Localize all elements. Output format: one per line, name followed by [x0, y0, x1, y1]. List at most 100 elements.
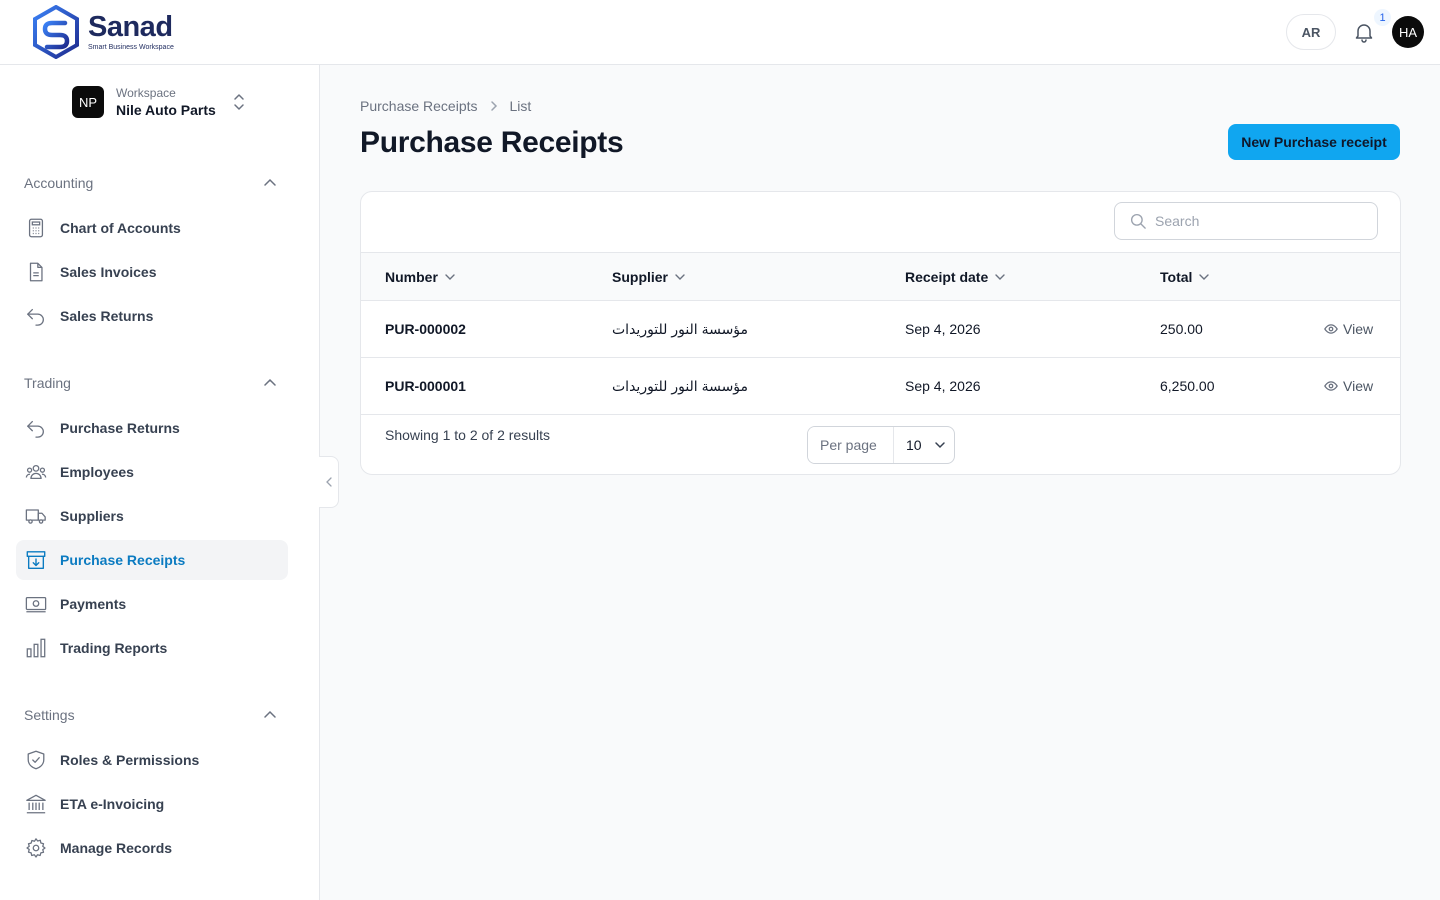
users-icon [24, 460, 48, 484]
cell-total: 6,250.00 [1160, 378, 1215, 394]
view-label: View [1343, 378, 1374, 394]
bar-chart-icon [24, 636, 48, 660]
chevron-up-icon[interactable] [262, 377, 278, 389]
return-arrow-icon [24, 304, 48, 328]
chevron-down-icon [1198, 273, 1210, 281]
sidebar-item-label: Purchase Receipts [60, 552, 186, 568]
document-icon [24, 260, 48, 284]
workspace-avatar: NP [72, 86, 104, 118]
search-input[interactable] [1155, 213, 1355, 229]
calculator-icon [24, 216, 48, 240]
column-header-receipt-date[interactable]: Receipt date [905, 253, 1006, 300]
cell-number: PUR-000002 [385, 321, 466, 337]
sidebar: NP Workspace Nile Auto Parts Accounting … [0, 65, 320, 900]
eye-icon [1324, 324, 1338, 334]
cell-supplier: مؤسسة النور للتوريدات [612, 377, 749, 394]
sidebar-item-label: Roles & Permissions [60, 752, 200, 768]
chevron-up-down-icon [234, 94, 244, 110]
breadcrumb-item-list: List [509, 98, 532, 114]
chevron-right-icon [490, 100, 498, 112]
column-header-total[interactable]: Total [1160, 253, 1210, 300]
sidebar-item-payments[interactable]: Payments [16, 584, 288, 624]
sidebar-item-trading-reports[interactable]: Trading Reports [16, 628, 288, 668]
sidebar-item-label: Chart of Accounts [60, 220, 181, 236]
sidebar-item-employees[interactable]: Employees [16, 452, 288, 492]
cell-number: PUR-000001 [385, 378, 466, 394]
column-header-label: Total [1160, 268, 1193, 285]
sidebar-item-manage-records[interactable]: Manage Records [16, 828, 288, 868]
brand-tagline: Smart Business Workspace [88, 44, 174, 51]
per-page-select[interactable]: Per page 10 [807, 426, 955, 464]
brand-name: Sanad [88, 11, 173, 43]
sidebar-item-label: Payments [60, 596, 127, 612]
table-row[interactable]: PUR-000001 مؤسسة النور للتوريدات Sep 4, … [361, 358, 1400, 415]
search-box[interactable] [1114, 202, 1378, 240]
sidebar-item-label: Manage Records [60, 840, 173, 856]
chevron-down-icon [674, 273, 686, 281]
sidebar-item-label: ETA e-Invoicing [60, 796, 165, 812]
new-purchase-receipt-button[interactable]: New Purchase receipt [1228, 124, 1400, 160]
cell-receipt-date: Sep 4, 2026 [905, 321, 981, 337]
shield-check-icon [24, 748, 48, 772]
view-button[interactable]: View [1324, 301, 1373, 357]
sidebar-collapse-button[interactable] [319, 456, 339, 508]
sidebar-item-label: Suppliers [60, 508, 124, 524]
sidebar-item-sales-returns[interactable]: Sales Returns [16, 296, 288, 336]
cell-receipt-date: Sep 4, 2026 [905, 378, 981, 394]
section-title-settings: Settings [24, 707, 75, 723]
archive-down-icon [24, 548, 48, 572]
workspace-switcher[interactable]: NP Workspace Nile Auto Parts [72, 85, 252, 119]
sidebar-item-purchase-receipts[interactable]: Purchase Receipts [16, 540, 288, 580]
notification-badge: 1 [1374, 9, 1391, 26]
column-header-supplier[interactable]: Supplier [612, 253, 686, 300]
breadcrumb-item-purchase-receipts[interactable]: Purchase Receipts [360, 98, 478, 114]
language-toggle-button[interactable]: AR [1286, 14, 1336, 50]
user-avatar[interactable]: HA [1392, 16, 1424, 48]
sidebar-item-roles-permissions[interactable]: Roles & Permissions [16, 740, 288, 780]
table-row[interactable]: PUR-000002 مؤسسة النور للتوريدات Sep 4, … [361, 301, 1400, 358]
section-title-accounting: Accounting [24, 175, 94, 191]
workspace-label: Workspace [116, 85, 176, 100]
chevron-down-icon [994, 273, 1006, 281]
top-bar: Sanad Smart Business Workspace AR 1 HA [0, 0, 1440, 65]
sidebar-item-sales-invoices[interactable]: Sales Invoices [16, 252, 288, 292]
column-header-label: Number [385, 268, 438, 285]
chevron-down-icon [934, 441, 946, 449]
column-header-number[interactable]: Number [385, 253, 456, 300]
gear-icon [24, 836, 48, 860]
sidebar-item-label: Sales Returns [60, 308, 154, 324]
table-header: Number Supplier Receipt date Total [361, 252, 1400, 301]
view-label: View [1343, 321, 1374, 337]
breadcrumb: Purchase Receipts List [360, 96, 531, 116]
sidebar-item-eta-e-invoicing[interactable]: ETA e-Invoicing [16, 784, 288, 824]
workspace-name: Nile Auto Parts [116, 101, 216, 118]
per-page-dropdown[interactable]: 10 [894, 427, 954, 463]
logo-mark-icon [33, 5, 79, 59]
purchase-receipts-table-card: Number Supplier Receipt date Total PUR-0… [360, 191, 1401, 475]
bank-building-icon [24, 792, 48, 816]
bell-icon[interactable] [1352, 20, 1376, 44]
page-title: Purchase Receipts [360, 126, 624, 159]
sidebar-item-label: Purchase Returns [60, 420, 180, 436]
cell-supplier: مؤسسة النور للتوريدات [612, 320, 749, 337]
banknote-icon [24, 592, 48, 616]
sidebar-item-label: Trading Reports [60, 640, 168, 656]
sidebar-item-suppliers[interactable]: Suppliers [16, 496, 288, 536]
sidebar-item-label: Employees [60, 464, 134, 480]
column-header-label: Supplier [612, 268, 669, 285]
search-icon [1130, 213, 1146, 229]
chevron-up-icon[interactable] [262, 177, 278, 189]
cell-total: 250.00 [1160, 321, 1203, 337]
chevron-left-icon [325, 477, 332, 487]
view-button[interactable]: View [1324, 358, 1373, 414]
sidebar-item-label: Sales Invoices [60, 264, 157, 280]
sidebar-item-purchase-returns[interactable]: Purchase Returns [16, 408, 288, 448]
chevron-up-icon[interactable] [262, 709, 278, 721]
brand-logo[interactable]: Sanad Smart Business Workspace [32, 5, 174, 59]
truck-icon [24, 504, 48, 528]
eye-icon [1324, 381, 1338, 391]
return-arrow-icon [24, 416, 48, 440]
sidebar-item-chart-of-accounts[interactable]: Chart of Accounts [16, 208, 288, 248]
column-header-label: Receipt date [905, 268, 989, 285]
per-page-value: 10 [906, 437, 922, 453]
